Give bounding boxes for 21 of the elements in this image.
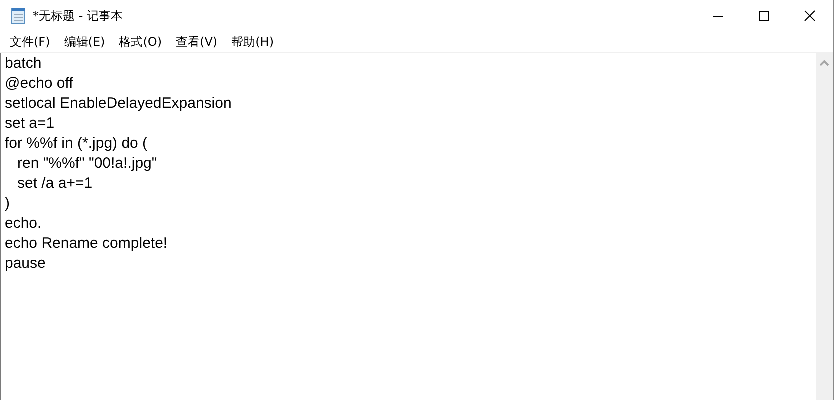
menu-item[interactable]: 编辑(E): [57, 34, 112, 50]
maximize-icon[interactable]: [758, 10, 770, 22]
code-line: echo Rename complete!: [5, 234, 168, 254]
code-line: ren "%%f" "00!a!.jpg": [16, 154, 158, 174]
code-line: ): [5, 194, 10, 214]
code-line: for %%f in (*.jpg) do (: [5, 134, 148, 154]
code-line: batch: [5, 54, 42, 74]
scrollbar[interactable]: [816, 53, 833, 400]
menu-item[interactable]: 格式(O): [112, 34, 170, 50]
window-title: *无标题 - 记事本: [33, 8, 123, 24]
menu-item[interactable]: 文件(F): [3, 34, 58, 50]
code-line: set a=1: [5, 114, 55, 134]
close-icon[interactable]: [804, 10, 816, 22]
menu-item[interactable]: 帮助(H): [224, 34, 281, 50]
notepad-icon: [11, 7, 27, 25]
code-line: setlocal EnableDelayedExpansion: [5, 94, 232, 114]
menu-item[interactable]: 查看(V): [169, 34, 225, 50]
code-line: @echo off: [5, 74, 74, 94]
code-line: pause: [5, 254, 46, 274]
code-line: echo.: [5, 214, 42, 234]
code-line: set /a a+=1: [16, 174, 93, 194]
